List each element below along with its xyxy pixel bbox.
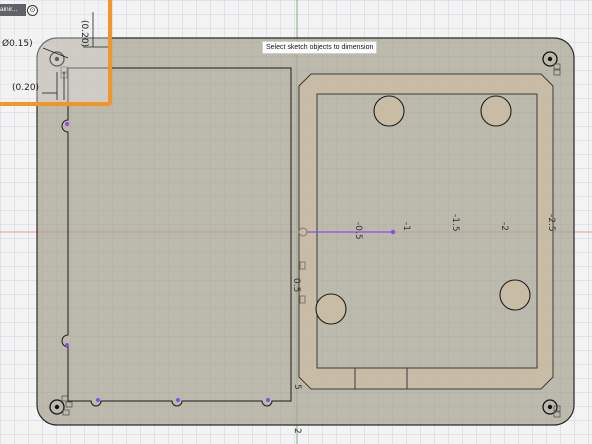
vertical-dimension[interactable]: (0.20) — [79, 20, 89, 47]
side-tick-label: 0.5 — [291, 278, 301, 292]
diameter-dimension[interactable]: Ø0.15) — [2, 38, 33, 49]
selected-point[interactable] — [176, 398, 180, 402]
line-end-point[interactable] — [390, 229, 396, 235]
sketch-origin-point[interactable] — [298, 227, 308, 237]
dim-leader-line — [42, 47, 69, 59]
axis-tick-label: -2 — [499, 222, 509, 231]
sketch-canvas[interactable]: -0.5 -1 -1.5 -2 -2.5 0.5 5 2 Select sket… — [0, 0, 592, 444]
axis-tick-label: -0.5 — [353, 222, 363, 240]
side-tick-label: 5 — [292, 384, 302, 390]
axis-tick-label: -2.5 — [546, 214, 556, 232]
selected-point[interactable] — [65, 343, 69, 347]
bottom-axis-tick: 2 — [292, 428, 302, 434]
horizontal-dimension[interactable]: (0.20) — [12, 83, 39, 93]
standoff-top-right[interactable] — [480, 95, 512, 127]
dimension-callout: ainir... ⊙ (0.20) Ø0.15) (0.20) — [0, 0, 112, 106]
standoff-bottom-right[interactable] — [499, 279, 531, 311]
selected-point[interactable] — [96, 398, 100, 402]
callout-dimensions: (0.20) Ø0.15) (0.20) — [2, 12, 108, 100]
selected-point[interactable] — [266, 398, 270, 402]
axis-tick-label: -1 — [401, 222, 411, 231]
standoff-bottom-left[interactable] — [315, 293, 347, 325]
status-hint: Select sketch objects to dimension — [262, 41, 378, 54]
axis-tick-label: -1.5 — [450, 214, 460, 232]
selected-point[interactable] — [65, 122, 69, 126]
standoff-top-left[interactable] — [373, 95, 405, 127]
